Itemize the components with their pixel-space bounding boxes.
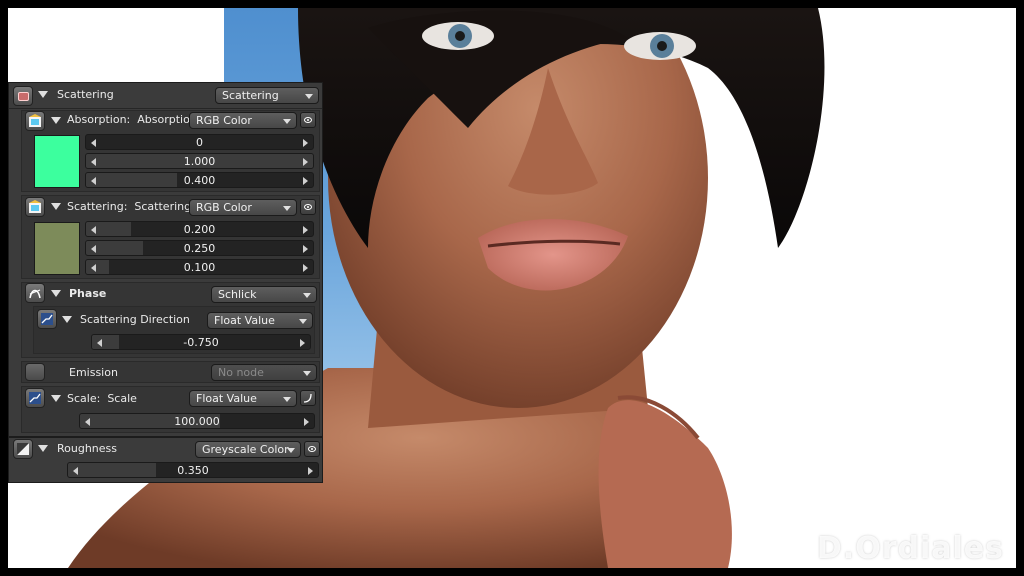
absorption-type-dropdown[interactable]: RGB Color xyxy=(189,112,297,129)
roughness-type-value: Greyscale Color xyxy=(202,443,289,456)
absorption-value-field-g[interactable]: 1.000 xyxy=(85,153,314,169)
collapse-triangle-icon xyxy=(62,316,72,323)
scale-value-field[interactable]: 100.000 xyxy=(79,413,315,429)
absorption-value-field-r[interactable]: 0 xyxy=(85,134,314,150)
scattering-direction-value: -0.750 xyxy=(183,336,219,349)
header-type-value: Scattering xyxy=(222,89,279,102)
chevron-down-icon xyxy=(287,448,295,453)
header-label: Scattering xyxy=(57,88,114,101)
phase-type-value: Schlick xyxy=(218,288,257,301)
watermark-text: D.Ordiales xyxy=(816,531,1004,566)
phase-expand-toggle[interactable] xyxy=(51,290,61,297)
scattering-value-g: 0.250 xyxy=(183,242,216,255)
scattering-value-b: 0.100 xyxy=(183,261,216,274)
phase-label: Phase xyxy=(69,287,107,300)
emission-type-dropdown[interactable]: No node xyxy=(211,364,317,381)
scale-label-text: Scale: xyxy=(67,392,101,405)
roughness-socket-button[interactable] xyxy=(13,439,33,459)
absorption-color-swatch[interactable] xyxy=(34,135,80,188)
scattering-value-field-g[interactable]: 0.250 xyxy=(85,240,314,256)
header-expand-toggle[interactable] xyxy=(38,91,48,98)
absorption-socket-button[interactable] xyxy=(25,111,45,131)
phase-socket-button[interactable] xyxy=(25,283,45,303)
roughness-value: 0.350 xyxy=(177,464,209,477)
emission-type-value: No node xyxy=(218,366,264,379)
emission-label: Emission xyxy=(69,366,118,379)
scale-type-dropdown[interactable]: Float Value xyxy=(189,390,297,407)
scattering-type-dropdown[interactable]: RGB Color xyxy=(189,199,297,216)
absorption-label: Absorption: Absorption xyxy=(67,113,197,126)
scale-value: 100.000 xyxy=(174,415,220,428)
collapse-triangle-icon xyxy=(51,203,61,210)
phase-type-dropdown[interactable]: Schlick xyxy=(211,286,317,303)
absorption-sub-label: Absorption xyxy=(137,113,197,126)
collapse-triangle-icon xyxy=(51,117,61,124)
chevron-down-icon xyxy=(283,119,291,124)
emission-socket-button[interactable] xyxy=(25,363,45,381)
absorption-value-g: 1.000 xyxy=(183,155,216,168)
header-type-dropdown[interactable]: Scattering xyxy=(215,87,319,104)
roughness-value-field[interactable]: 0.350 xyxy=(67,462,319,478)
node-toggle-button[interactable] xyxy=(13,86,33,106)
float-curve-icon xyxy=(41,313,53,325)
absorption-visibility-toggle[interactable] xyxy=(300,112,316,128)
scattering-socket-button[interactable] xyxy=(25,197,45,217)
scattering-expand-toggle[interactable] xyxy=(51,203,61,210)
eye-icon xyxy=(304,204,312,210)
phase-node-icon xyxy=(29,289,41,299)
absorption-value-r: 0 xyxy=(196,136,203,149)
curve-icon xyxy=(303,393,312,403)
roughness-type-dropdown[interactable]: Greyscale Color xyxy=(195,441,301,458)
scale-socket-button[interactable] xyxy=(25,388,45,408)
collapse-triangle-icon xyxy=(51,395,61,402)
absorption-expand-toggle[interactable] xyxy=(51,117,61,124)
scattering-label: Scattering: Scattering xyxy=(67,200,191,213)
scattering-type-value: RGB Color xyxy=(196,201,252,214)
greyscale-icon xyxy=(17,443,29,455)
divider xyxy=(9,436,322,438)
roughness-expand-toggle[interactable] xyxy=(38,445,48,452)
absorption-value-b: 0.400 xyxy=(183,174,216,187)
absorption-value-field-b[interactable]: 0.400 xyxy=(85,172,314,188)
absorption-label-text: Absorption: xyxy=(67,113,131,126)
scattering-visibility-toggle[interactable] xyxy=(300,199,316,215)
scattering-label-text: Scattering: xyxy=(67,200,128,213)
collapse-triangle-icon xyxy=(38,445,48,452)
chevron-down-icon xyxy=(283,206,291,211)
roughness-label: Roughness xyxy=(57,442,118,455)
scattering-direction-socket-button[interactable] xyxy=(37,309,57,329)
scattering-value-r: 0.200 xyxy=(183,223,216,236)
scattering-value-field-r[interactable]: 0.200 xyxy=(85,221,314,237)
scattering-direction-expand-toggle[interactable] xyxy=(62,316,72,323)
chevron-down-icon xyxy=(303,371,311,376)
divider xyxy=(9,108,322,109)
scattering-direction-label: Scattering Direction xyxy=(80,313,190,326)
scale-expand-toggle[interactable] xyxy=(51,395,61,402)
scattering-value-field-b[interactable]: 0.100 xyxy=(85,259,314,275)
scale-sub-label: Scale xyxy=(107,392,137,405)
node-color-icon xyxy=(17,91,29,101)
chevron-down-icon xyxy=(305,94,313,99)
absorption-type-value: RGB Color xyxy=(196,114,252,127)
scattering-direction-type-dropdown[interactable]: Float Value xyxy=(207,312,313,329)
color-node-icon xyxy=(29,200,41,213)
chevron-down-icon xyxy=(303,293,311,298)
chevron-down-icon xyxy=(299,319,307,324)
color-node-icon xyxy=(29,114,41,127)
scattering-sub-label: Scattering xyxy=(134,200,192,213)
float-curve-icon xyxy=(29,392,41,404)
chevron-down-icon xyxy=(283,397,291,402)
eye-icon xyxy=(308,446,316,452)
roughness-visibility-toggle[interactable] xyxy=(304,441,320,457)
scale-label: Scale: Scale xyxy=(67,392,137,405)
scale-curve-toggle[interactable] xyxy=(300,390,316,406)
collapse-triangle-icon xyxy=(38,91,48,98)
eye-icon xyxy=(304,117,312,123)
scattering-direction-type-value: Float Value xyxy=(214,314,275,327)
node-properties-panel: Scattering Scattering Absorption: Absorp… xyxy=(8,82,323,483)
scale-type-value: Float Value xyxy=(196,392,257,405)
scattering-direction-value-field[interactable]: -0.750 xyxy=(91,334,311,350)
collapse-triangle-icon xyxy=(51,290,61,297)
scattering-color-swatch[interactable] xyxy=(34,222,80,275)
